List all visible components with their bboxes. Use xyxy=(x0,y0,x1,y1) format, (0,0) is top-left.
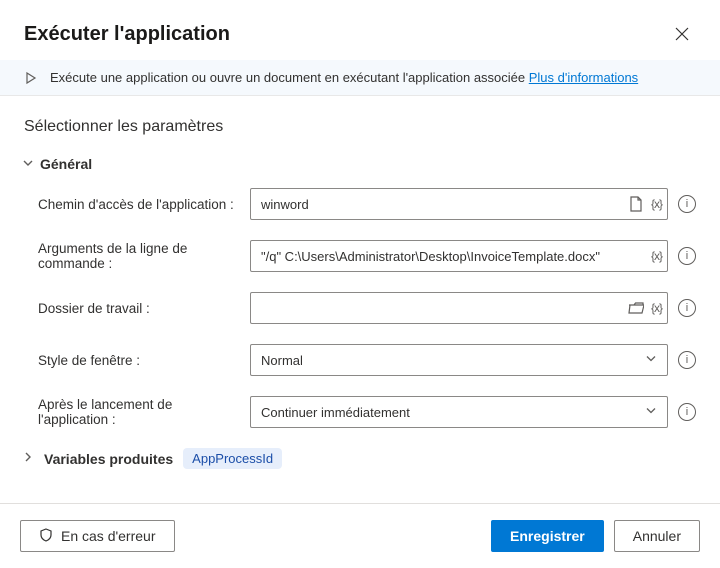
select-after-launch[interactable]: Continuer immédiatement xyxy=(250,396,668,428)
row-cmd-args: Arguments de la ligne de commande : {x} … xyxy=(24,240,696,272)
play-icon xyxy=(24,71,38,85)
produced-vars-label: Variables produites xyxy=(44,451,173,467)
variable-picker-icon[interactable]: {x} xyxy=(651,197,662,211)
info-text-body: Exécute une application ou ouvre un docu… xyxy=(50,70,529,85)
file-picker-icon[interactable] xyxy=(627,195,645,213)
variable-picker-icon[interactable]: {x} xyxy=(651,249,662,263)
save-button[interactable]: Enregistrer xyxy=(491,520,604,552)
help-icon[interactable]: i xyxy=(678,351,696,369)
help-icon[interactable]: i xyxy=(678,403,696,421)
input-cmd-args[interactable] xyxy=(250,240,668,272)
label-work-dir: Dossier de travail : xyxy=(38,301,250,316)
on-error-button[interactable]: En cas d'erreur xyxy=(20,520,175,552)
help-icon[interactable]: i xyxy=(678,299,696,317)
more-info-link[interactable]: Plus d'informations xyxy=(529,70,638,85)
row-work-dir: Dossier de travail : {x} i xyxy=(24,292,696,324)
row-window-style: Style de fenêtre : Normal i xyxy=(24,344,696,376)
cancel-button[interactable]: Annuler xyxy=(614,520,700,552)
shield-icon xyxy=(39,528,53,545)
help-icon[interactable]: i xyxy=(678,195,696,213)
label-window-style: Style de fenêtre : xyxy=(38,353,250,368)
chevron-down-icon xyxy=(22,158,34,171)
close-icon xyxy=(675,27,689,41)
info-bar: Exécute une application ou ouvre un docu… xyxy=(0,60,720,96)
folder-picker-icon[interactable] xyxy=(627,299,645,317)
close-button[interactable] xyxy=(668,20,696,48)
general-section-toggle[interactable]: Général xyxy=(22,156,696,172)
input-app-path[interactable] xyxy=(250,188,668,220)
section-title: Sélectionner les paramètres xyxy=(24,118,696,136)
select-window-style[interactable]: Normal xyxy=(250,344,668,376)
produced-vars-toggle[interactable]: Variables produites AppProcessId xyxy=(22,448,696,469)
row-app-path: Chemin d'accès de l'application : {x} i xyxy=(24,188,696,220)
chevron-down-icon xyxy=(645,405,657,420)
row-after-launch: Après le lancement de l'application : Co… xyxy=(24,396,696,428)
select-after-launch-value: Continuer immédiatement xyxy=(261,405,410,420)
select-window-style-value: Normal xyxy=(261,353,303,368)
dialog-content: Sélectionner les paramètres Général Chem… xyxy=(0,96,720,503)
chevron-right-icon xyxy=(22,452,34,465)
general-section-label: Général xyxy=(40,156,92,172)
label-app-path: Chemin d'accès de l'application : xyxy=(38,197,250,212)
var-chip-appprocessid[interactable]: AppProcessId xyxy=(183,448,282,469)
label-after-launch: Après le lancement de l'application : xyxy=(38,397,250,427)
help-icon[interactable]: i xyxy=(678,247,696,265)
variable-picker-icon[interactable]: {x} xyxy=(651,301,662,315)
label-cmd-args: Arguments de la ligne de commande : xyxy=(38,241,250,271)
dialog-title: Exécuter l'application xyxy=(24,23,230,46)
input-work-dir[interactable] xyxy=(250,292,668,324)
dialog-run-application: Exécuter l'application Exécute une appli… xyxy=(0,0,720,568)
on-error-label: En cas d'erreur xyxy=(61,528,156,544)
dialog-header: Exécuter l'application xyxy=(0,0,720,60)
dialog-footer: En cas d'erreur Enregistrer Annuler xyxy=(0,503,720,568)
chevron-down-icon xyxy=(645,353,657,368)
info-text: Exécute une application ou ouvre un docu… xyxy=(50,70,638,85)
